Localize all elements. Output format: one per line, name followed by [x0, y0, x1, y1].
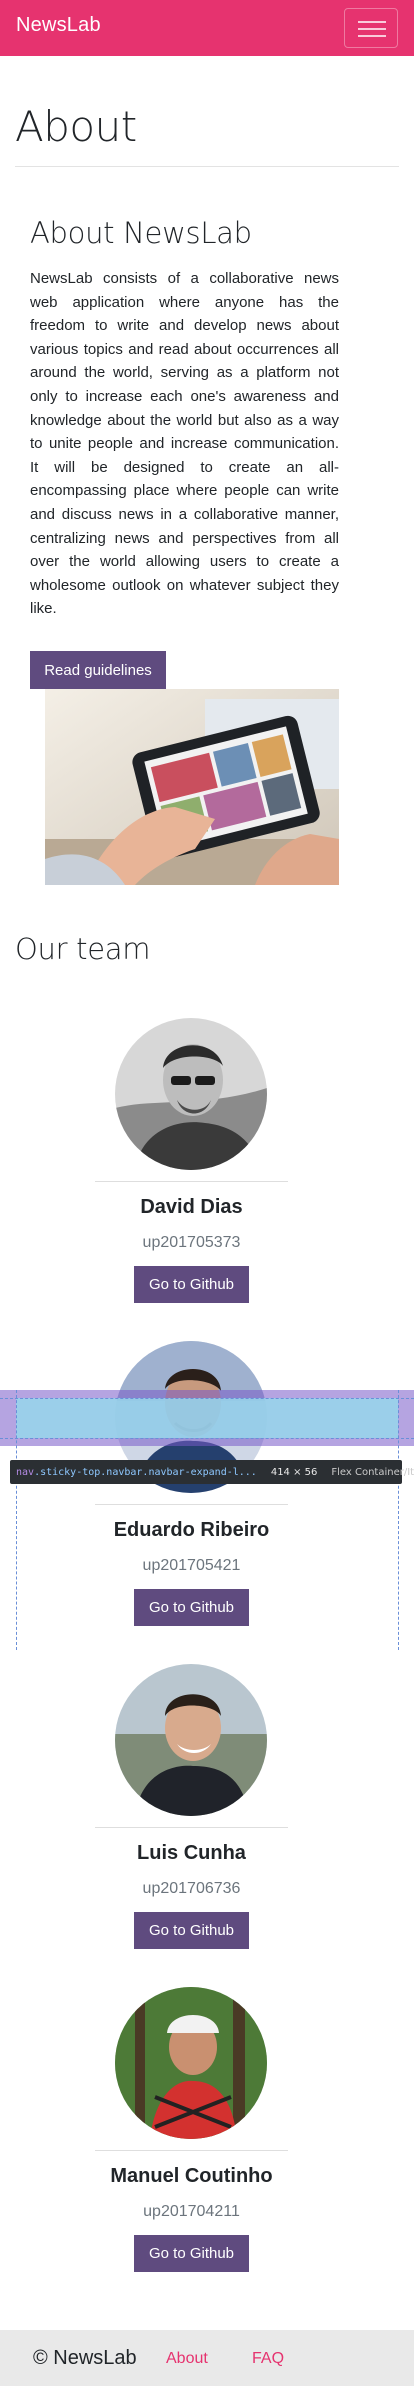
footer-link-about[interactable]: About	[166, 2350, 208, 2368]
go-to-github-button[interactable]: Go to Github	[134, 1266, 249, 1303]
inspector-guide	[0, 1398, 414, 1399]
team-member-card: Manuel Coutinho up201704211 Go to Github	[95, 1987, 288, 2287]
divider	[95, 1504, 288, 1505]
inspector-type: Flex Container/Item	[331, 1466, 414, 1478]
member-avatar	[115, 1987, 267, 2139]
team-member-card: Eduardo Ribeiro up201705421 Go to Github	[95, 1341, 288, 1641]
page-title: About	[15, 102, 137, 151]
hamburger-icon	[358, 21, 386, 23]
team-member-card: Luis Cunha up201706736 Go to Github	[95, 1664, 288, 1964]
member-id: up201706736	[142, 1880, 241, 1897]
inspector-tag: nav	[16, 1466, 35, 1478]
inspector-highlight-content	[16, 1398, 398, 1438]
inspector-guide	[16, 1390, 17, 1650]
member-avatar	[115, 1664, 267, 1816]
member-id: up201705421	[142, 1557, 241, 1574]
member-name: Luis Cunha	[137, 1842, 246, 1864]
about-heading: About NewsLab	[30, 216, 252, 250]
inspector-classes: .sticky-top.navbar.navbar-expand-l...	[34, 1466, 257, 1478]
divider	[95, 2150, 288, 2151]
member-avatar	[115, 1018, 267, 1170]
team-heading: Our team	[15, 932, 151, 966]
inspector-guide	[398, 1390, 399, 1650]
go-to-github-button[interactable]: Go to Github	[134, 2235, 249, 2272]
read-guidelines-button[interactable]: Read guidelines	[30, 651, 166, 689]
member-id: up201704211	[143, 2203, 240, 2220]
team-member-card: David Dias up201705373 Go to Github	[95, 1018, 288, 1318]
navbar-toggler-button[interactable]	[344, 8, 398, 48]
go-to-github-button[interactable]: Go to Github	[134, 1589, 249, 1626]
divider	[95, 1181, 288, 1182]
footer: © NewsLab About FAQ	[0, 2330, 414, 2386]
footer-link-faq[interactable]: FAQ	[252, 2350, 284, 2368]
tablet-hero-image	[45, 689, 339, 885]
footer-copyright: © NewsLab	[33, 2347, 137, 2369]
member-id: up201705373	[142, 1234, 241, 1251]
about-description: NewsLab consists of a collaborative news…	[30, 270, 339, 618]
member-name: David Dias	[140, 1196, 243, 1218]
navbar-brand[interactable]: NewsLab	[16, 14, 101, 37]
divider	[95, 1827, 288, 1828]
inspector-size: 414 × 56	[270, 1466, 318, 1478]
navbar: NewsLab	[0, 0, 414, 56]
member-name: Manuel Coutinho	[110, 2165, 273, 2187]
go-to-github-button[interactable]: Go to Github	[134, 1912, 249, 1949]
inspector-guide	[0, 1438, 414, 1439]
member-name: Eduardo Ribeiro	[113, 1519, 270, 1541]
divider	[15, 166, 399, 167]
inspector-tooltip: nav .sticky-top.navbar.navbar-expand-l...…	[10, 1460, 414, 1484]
